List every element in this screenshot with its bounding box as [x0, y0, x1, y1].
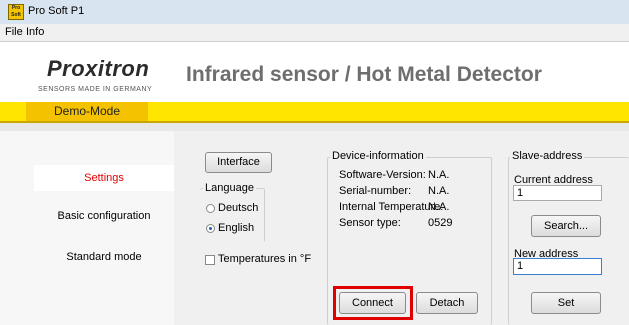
brand-tagline: SENSORS MADE IN GERMANY: [38, 86, 153, 93]
radio-deutsch-label: Deutsch: [218, 202, 259, 214]
nav-item-settings[interactable]: Settings: [34, 167, 174, 189]
connect-button[interactable]: Connect: [339, 292, 406, 314]
app-icon: Pro Soft: [8, 4, 24, 20]
nav-item-basic-configuration[interactable]: Basic configuration: [34, 205, 174, 227]
menu-bar: [0, 24, 629, 42]
menu-info[interactable]: Info: [26, 26, 44, 38]
device-info-title: Device-information: [330, 150, 426, 162]
new-address-field[interactable]: 1: [513, 258, 602, 275]
software-version-label: Software-Version:: [339, 169, 426, 181]
radio-english[interactable]: [206, 224, 215, 233]
nav-item-standard-mode[interactable]: Standard mode: [34, 246, 174, 268]
nav-pane: [0, 131, 174, 325]
slave-address-title: Slave-address: [510, 150, 585, 162]
window-title: Pro Soft P1: [28, 5, 85, 17]
window-titlebar: [0, 0, 629, 25]
radio-english-label: English: [218, 222, 255, 234]
software-version-value: N.A.: [428, 169, 450, 181]
serial-number-label: Serial-number:: [339, 185, 412, 197]
menu-file[interactable]: File: [5, 26, 23, 38]
language-title: Language: [203, 182, 256, 194]
serial-number-value: N.A.: [428, 185, 450, 197]
sensor-type-label: Sensor type:: [339, 217, 401, 229]
temperature-fahrenheit-label: Temperatures in °F: [218, 253, 312, 265]
app-heading: Infrared sensor / Hot Metal Detector: [186, 63, 542, 86]
sensor-type-value: 0529: [428, 217, 453, 229]
detach-button[interactable]: Detach: [416, 292, 478, 314]
mode-label: Demo-Mode: [26, 102, 148, 121]
temperature-fahrenheit-checkbox[interactable]: [205, 255, 215, 265]
current-address-field[interactable]: 1: [513, 185, 602, 201]
radio-deutsch[interactable]: [206, 204, 215, 213]
brand-logo: Proxitron: [47, 56, 150, 81]
search-button[interactable]: Search...: [531, 215, 601, 237]
set-button[interactable]: Set: [531, 292, 601, 314]
internal-temperature-value: N.A.: [428, 201, 450, 213]
separator-band: [0, 123, 629, 131]
interface-button[interactable]: Interface: [205, 152, 272, 173]
